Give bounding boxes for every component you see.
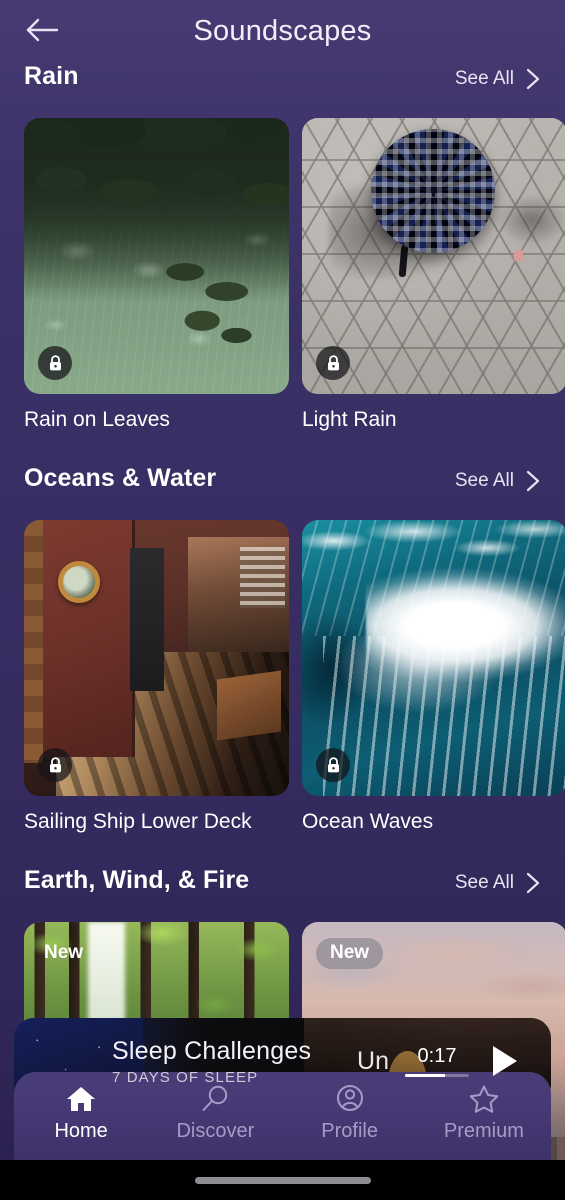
nav-item-premium[interactable]: Premium [417,1084,551,1143]
player-text-block: Sleep Challenges 7 DAYS OF SLEEP [112,1037,311,1086]
card-thumbnail[interactable] [24,118,289,394]
player-elapsed-time: 0:17 [417,1045,457,1067]
nav-label: Premium [443,1120,524,1142]
home-indicator[interactable] [194,1176,371,1184]
app-header: Soundscapes [0,0,565,62]
card-title: Sailing Ship Lower Deck [24,810,252,833]
back-button[interactable] [16,4,68,56]
see-all-oceans-button[interactable]: See All [455,469,541,493]
person-icon [334,1084,366,1114]
card-title: Rain on Leaves [24,408,170,431]
nav-item-profile[interactable]: Profile [283,1084,417,1143]
section-title: Oceans & Water [24,464,217,492]
card-light-rain[interactable]: Light Rain [302,118,565,432]
see-all-label: See All [454,872,514,893]
new-badge: New [316,938,384,969]
section-oceans-water: Oceans & Water See All Sailing Ship Lowe… [0,464,565,834]
card-row: Rain on Leaves Light Rain [0,108,565,432]
new-badge: New [44,942,84,963]
card-title: Ocean Waves [302,810,434,833]
section-rain: Rain See All Rain on Leaves Light Rain [0,62,565,432]
card-sailing-ship-lower-deck[interactable]: Sailing Ship Lower Deck [24,520,289,834]
player-progress-bar[interactable] [405,1074,469,1077]
app-screen: Soundscapes Rain See All Rain on Leaves … [0,0,565,1200]
chevron-right-icon [525,67,541,91]
player-subtitle: 7 DAYS OF SLEEP [112,1068,259,1086]
lock-icon [48,756,63,774]
lock-badge [38,748,72,782]
nav-item-discover[interactable]: Discover [148,1084,282,1143]
card-ocean-waves[interactable]: Ocean Waves [302,520,565,834]
play-button[interactable] [485,1041,525,1081]
chevron-right-icon [525,469,541,493]
nav-label: Profile [321,1120,378,1142]
nav-item-home[interactable]: Home [14,1084,148,1143]
lock-icon [326,354,341,372]
chevron-right-icon [525,871,541,895]
card-rain-on-leaves[interactable]: Rain on Leaves [24,118,289,432]
lock-badge [38,346,72,380]
see-all-rain-button[interactable]: See All [455,67,541,91]
home-icon [65,1084,97,1114]
section-title: Earth, Wind, & Fire [24,866,250,894]
player-time-block: 0:17 [405,1045,469,1077]
player-controls: Un 0:17 [357,1041,525,1081]
section-header: Oceans & Water See All [0,464,565,510]
lock-badge [316,748,350,782]
play-icon [490,1044,520,1078]
player-progress-fill [405,1074,445,1077]
nav-label: Home [54,1120,108,1142]
card-row: Sailing Ship Lower Deck Ocean Waves [0,510,565,834]
search-icon [199,1084,231,1114]
lock-badge [316,346,350,380]
card-title: Light Rain [302,408,397,431]
see-all-label: See All [454,470,514,491]
see-all-label: See All [454,68,514,89]
star-icon [468,1084,500,1114]
nav-label: Discover [176,1120,255,1142]
player-title: Sleep Challenges [112,1036,312,1065]
lock-icon [48,354,63,372]
arrow-left-icon [25,17,59,43]
page-title: Soundscapes [193,14,372,47]
card-thumbnail[interactable] [302,118,565,394]
see-all-earth-button[interactable]: See All [455,871,541,895]
section-header: Rain See All [0,62,565,108]
card-thumbnail[interactable] [24,520,289,796]
section-title: Rain [24,62,79,90]
card-thumbnail[interactable] [302,520,565,796]
lock-icon [326,756,341,774]
section-header: Earth, Wind, & Fire See All [0,866,565,912]
home-indicator-area [0,1160,565,1200]
player-clipped-text: Un [357,1046,389,1075]
